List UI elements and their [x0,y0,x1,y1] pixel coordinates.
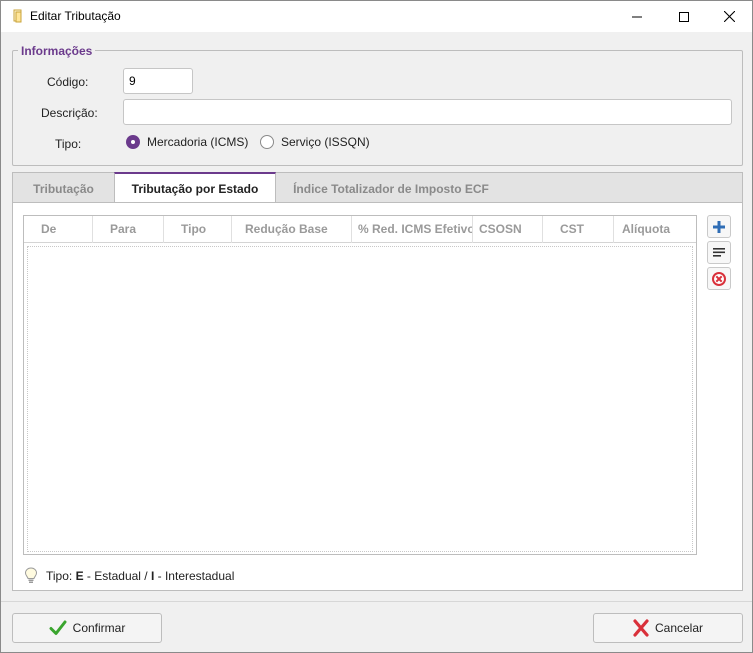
tab-tributacao-por-estado[interactable]: Tributação por Estado [114,172,276,204]
tributacao-table[interactable]: De Para Tipo Redução Base % Red. ICMS Ef… [23,215,697,555]
edit-lines-icon [713,247,725,257]
delete-button[interactable] [707,267,731,290]
radio-mercadoria-label: Mercadoria (ICMS) [147,135,249,149]
cancelar-label: Cancelar [654,621,704,635]
add-button[interactable] [707,215,731,238]
column-header-aliquota[interactable]: Alíquota [614,216,696,243]
cancel-x-icon [633,619,649,637]
dialog-window: Editar Tributação Informações Código: De… [0,0,753,653]
edit-button[interactable] [707,241,731,264]
radio-servico[interactable]: Serviço (ISSQN) [260,135,370,149]
checkmark-icon [49,620,67,635]
title-bar: Editar Tributação [1,1,752,32]
close-button[interactable] [706,1,752,32]
confirmar-button[interactable]: Confirmar [12,613,162,643]
tipo-hint: Tipo: E - Estadual / I - Interestadual [24,567,234,584]
window-title: Editar Tributação [30,9,121,23]
radio-unchecked-icon [260,135,274,149]
radio-servico-label: Serviço (ISSQN) [281,135,370,149]
descricao-label: Descrição: [41,106,98,120]
app-icon [12,9,24,23]
codigo-input[interactable] [123,68,193,94]
confirmar-label: Confirmar [72,621,126,635]
close-icon [723,11,735,22]
footer-separator [1,601,752,602]
group-title: Informações [18,44,96,58]
column-header-de[interactable]: De [24,216,93,243]
column-header-tipo[interactable]: Tipo [164,216,232,243]
delete-circle-icon [712,271,726,286]
minimize-button[interactable] [614,1,660,32]
lightbulb-icon [24,567,38,583]
table-header: De Para Tipo Redução Base % Red. ICMS Ef… [24,216,696,243]
radio-checked-icon [126,135,140,149]
tab-indice-totalizador[interactable]: Índice Totalizador de Imposto ECF [276,173,506,204]
table-body[interactable] [27,246,693,552]
hint-text: Tipo: E - Estadual / I - Interestadual [46,568,235,583]
descricao-input[interactable] [123,99,732,125]
codigo-label: Código: [47,75,89,89]
radio-mercadoria[interactable]: Mercadoria (ICMS) [126,135,248,149]
column-header-csosn[interactable]: CSOSN [473,216,543,243]
column-header-red-icms-efetivo[interactable]: % Red. ICMS Efetivo [352,216,473,243]
tab-bar: Tributação Tributação por Estado Índice … [12,172,743,204]
maximize-icon [679,11,689,22]
maximize-button[interactable] [661,1,707,32]
plus-icon [713,220,725,233]
column-header-reducao-base[interactable]: Redução Base [232,216,352,243]
tab-tributacao[interactable]: Tributação [13,173,114,204]
column-header-para[interactable]: Para [93,216,164,243]
cancelar-button[interactable]: Cancelar [593,613,743,643]
column-header-cst[interactable]: CST [543,216,614,243]
minimize-icon [632,16,642,17]
tipo-label: Tipo: [55,137,82,151]
